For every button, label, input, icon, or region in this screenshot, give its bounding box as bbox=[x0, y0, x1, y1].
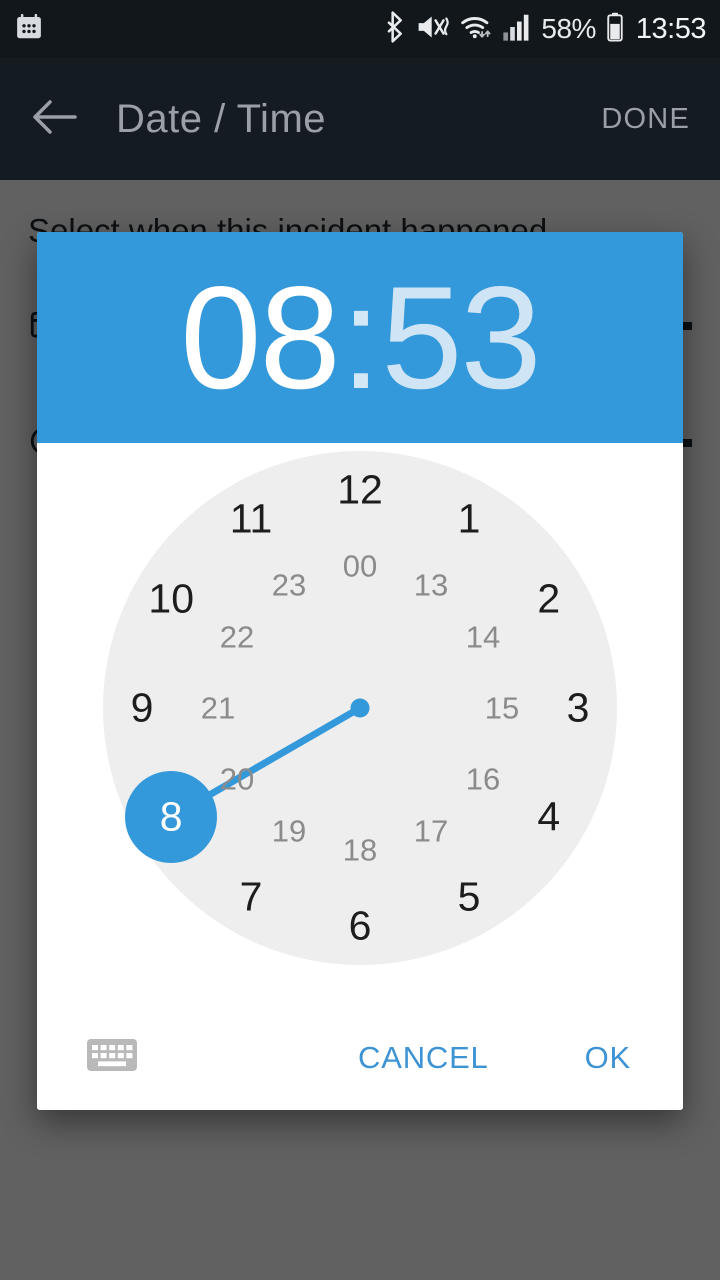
clock-number-23[interactable]: 23 bbox=[272, 570, 306, 601]
cancel-button[interactable]: CANCEL bbox=[348, 1028, 499, 1088]
clock-number-12[interactable]: 12 bbox=[337, 469, 383, 511]
keyboard-icon bbox=[86, 1035, 138, 1080]
clock-number-4[interactable]: 4 bbox=[537, 796, 560, 838]
phone-screen: 58% 13:53 Date / Time DONE Select whe bbox=[0, 0, 720, 1280]
clock-number-22[interactable]: 22 bbox=[220, 622, 254, 653]
time-separator: : bbox=[340, 255, 382, 419]
clock-number-8[interactable]: 8 bbox=[160, 796, 183, 838]
clock-number-20[interactable]: 20 bbox=[220, 764, 254, 795]
hour-field[interactable]: 08 bbox=[180, 264, 340, 411]
wifi-icon bbox=[459, 12, 493, 47]
clock-number-18[interactable]: 18 bbox=[343, 835, 377, 866]
volume-mute-vibrate-icon bbox=[416, 12, 450, 47]
battery-percent-label: 58% bbox=[541, 13, 596, 44]
time-display: 08 : 53 bbox=[180, 255, 541, 419]
clock-number-10[interactable]: 10 bbox=[148, 578, 194, 620]
app-bar: Date / Time DONE bbox=[0, 58, 720, 180]
dialog-action-bar: CANCEL OK bbox=[37, 1005, 683, 1110]
cellular-signal-icon bbox=[502, 12, 532, 47]
done-button[interactable]: DONE bbox=[597, 93, 694, 146]
clock-number-5[interactable]: 5 bbox=[458, 876, 481, 917]
time-picker-header: 08 : 53 bbox=[37, 232, 683, 443]
clock-number-16[interactable]: 16 bbox=[466, 764, 500, 795]
clock-number-2[interactable]: 2 bbox=[537, 578, 560, 620]
clock-number-1[interactable]: 1 bbox=[458, 498, 481, 540]
status-bar-notifications bbox=[14, 12, 44, 47]
clock-number-21[interactable]: 21 bbox=[201, 693, 235, 724]
status-bar-system-icons: 58% 13:53 bbox=[381, 10, 707, 48]
clock-number-9[interactable]: 9 bbox=[131, 687, 154, 729]
clock-number-13[interactable]: 13 bbox=[414, 570, 448, 601]
status-bar-clock: 13:53 bbox=[635, 12, 707, 45]
page-title: Date / Time bbox=[116, 96, 327, 141]
minute-field[interactable]: 53 bbox=[381, 264, 541, 411]
ok-button[interactable]: OK bbox=[575, 1028, 641, 1088]
calendar-icon bbox=[14, 12, 44, 47]
clock-face[interactable] bbox=[103, 451, 617, 965]
clock-number-11[interactable]: 11 bbox=[230, 498, 273, 540]
bluetooth-icon bbox=[381, 10, 407, 48]
clock-number-3[interactable]: 3 bbox=[567, 687, 590, 729]
keyboard-toggle-button[interactable] bbox=[85, 1037, 139, 1079]
clock-number-17[interactable]: 17 bbox=[414, 815, 448, 846]
clock-face-area[interactable]: 12 1 2 3 4 5 6 7 8 9 10 11 00 13 14 15 16 17 18 19 20 21 22 23 bbox=[37, 443, 683, 1005]
clock-number-00[interactable]: 00 bbox=[343, 551, 377, 582]
clock-number-15[interactable]: 15 bbox=[485, 693, 519, 724]
clock-number-7[interactable]: 7 bbox=[240, 876, 263, 917]
time-picker-dialog: 08 : 53 12 1 2 3 4 5 6 7 8 9 10 11 00 13 14 15 16 17 18 19 2… bbox=[37, 232, 683, 1110]
clock-number-19[interactable]: 19 bbox=[272, 815, 306, 846]
arrow-back-icon bbox=[30, 97, 80, 142]
clock-number-14[interactable]: 14 bbox=[466, 622, 500, 653]
battery-icon bbox=[605, 12, 625, 47]
clock-number-6[interactable]: 6 bbox=[349, 905, 372, 947]
back-button[interactable] bbox=[26, 90, 84, 148]
status-bar: 58% 13:53 bbox=[0, 0, 720, 58]
